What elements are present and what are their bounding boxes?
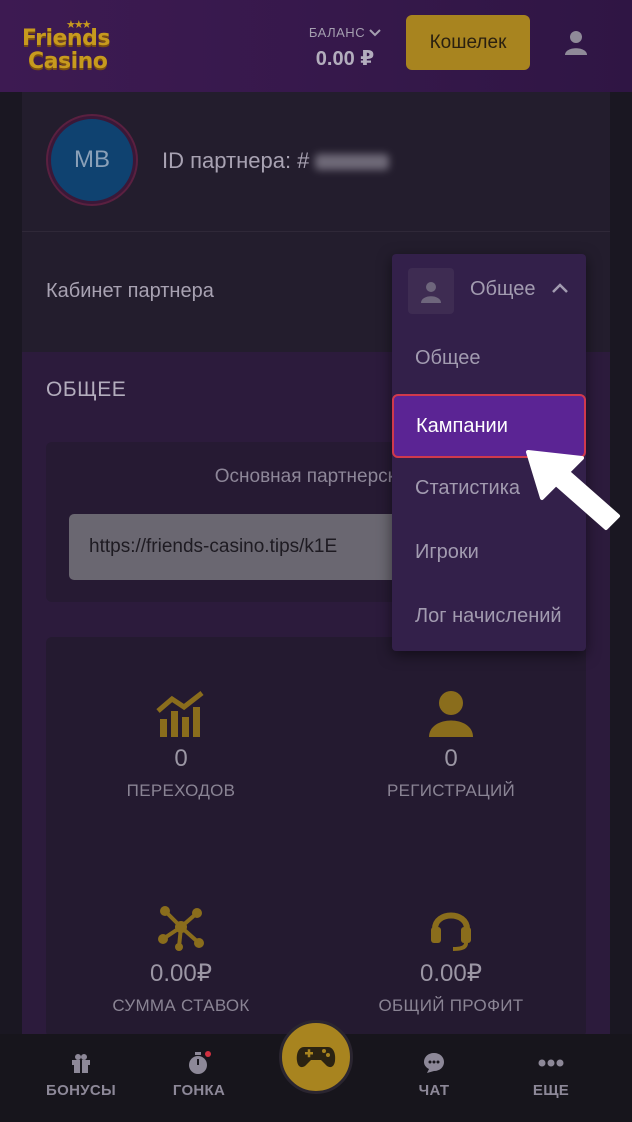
stat-value: 0.00₽ bbox=[420, 960, 482, 987]
stopwatch-icon bbox=[149, 1050, 249, 1076]
section-title: ОБЩЕЕ bbox=[46, 378, 127, 401]
person-icon bbox=[316, 683, 586, 737]
stat-total-profit: 0.00₽ ОБЩИЙ ПРОФИТ bbox=[316, 897, 586, 1016]
balance-dropdown[interactable]: БАЛАНС 0.00 ₽ bbox=[295, 24, 395, 71]
nav-label: ЧАТ bbox=[418, 1082, 450, 1099]
network-icon bbox=[46, 897, 316, 951]
user-icon bbox=[408, 268, 454, 314]
dropdown-selected-label: Общее bbox=[470, 278, 536, 300]
nav-more[interactable]: ЕЩЕ bbox=[501, 1050, 601, 1099]
stat-caption: СУММА СТАВОК bbox=[112, 996, 250, 1015]
more-dots-icon bbox=[501, 1050, 601, 1076]
stats-card: 0 ПЕРЕХОДОВ 0 РЕГИСТРАЦИЙ 0.00₽ СУММА СТ… bbox=[46, 637, 586, 1037]
games-button[interactable] bbox=[279, 1020, 353, 1094]
headset-icon bbox=[316, 897, 586, 951]
nav-label: ЕЩЕ bbox=[532, 1082, 570, 1099]
stat-caption: ОБЩИЙ ПРОФИТ bbox=[378, 996, 524, 1015]
stat-value: 0 bbox=[444, 745, 458, 772]
partner-id-blurred-value bbox=[315, 154, 390, 171]
gamepad-icon bbox=[296, 1047, 336, 1068]
header: ★★★ Friends Casino БАЛАНС 0.00 ₽ Кошелек bbox=[0, 0, 632, 92]
profile-row: MB ID партнера: # bbox=[22, 92, 610, 232]
user-icon[interactable] bbox=[552, 18, 600, 66]
partner-id-label: ID партнера: # bbox=[162, 148, 310, 173]
nav-race[interactable]: ГОНКА bbox=[149, 1050, 249, 1099]
dropdown-toggle[interactable]: Общее bbox=[392, 254, 586, 324]
stat-caption: ПЕРЕХОДОВ bbox=[126, 781, 236, 800]
menu-item-general[interactable]: Общее bbox=[392, 326, 586, 390]
balance-label: БАЛАНС bbox=[308, 25, 366, 40]
chevron-up-icon bbox=[552, 280, 568, 298]
stat-bets-sum: 0.00₽ СУММА СТАВОК bbox=[46, 897, 316, 1016]
stat-value: 0.00₽ bbox=[150, 960, 212, 987]
stat-registrations: 0 РЕГИСТРАЦИЙ bbox=[316, 683, 586, 801]
chevron-down-icon bbox=[369, 28, 381, 40]
logo-line2: Casino bbox=[28, 49, 108, 74]
nav-label: ГОНКА bbox=[172, 1082, 226, 1099]
wallet-button[interactable]: Кошелек bbox=[406, 15, 530, 70]
nav-bonuses[interactable]: БОНУСЫ bbox=[31, 1050, 131, 1099]
pointer-arrow-icon bbox=[520, 444, 630, 534]
stat-value: 0 bbox=[174, 745, 188, 772]
avatar[interactable]: MB bbox=[48, 116, 136, 204]
menu-item-accrual-log[interactable]: Лог начислений bbox=[392, 584, 586, 648]
partner-id: ID партнера: # bbox=[162, 148, 390, 174]
chart-icon bbox=[46, 683, 316, 737]
nav-label: БОНУСЫ bbox=[46, 1082, 116, 1099]
avatar-initials: MB bbox=[74, 146, 110, 173]
balance-value: 0.00 ₽ bbox=[315, 48, 375, 70]
nav-chat[interactable]: ЧАТ bbox=[384, 1050, 484, 1099]
stat-caption: РЕГИСТРАЦИЙ bbox=[386, 781, 516, 800]
friends-casino-logo[interactable]: ★★★ Friends Casino bbox=[20, 18, 114, 76]
stat-clicks: 0 ПЕРЕХОДОВ bbox=[46, 683, 316, 801]
chat-icon bbox=[384, 1050, 484, 1076]
cabinet-label: Кабинет партнера bbox=[46, 280, 214, 302]
gift-icon bbox=[31, 1050, 131, 1076]
logo-line1: Friends bbox=[22, 26, 110, 51]
